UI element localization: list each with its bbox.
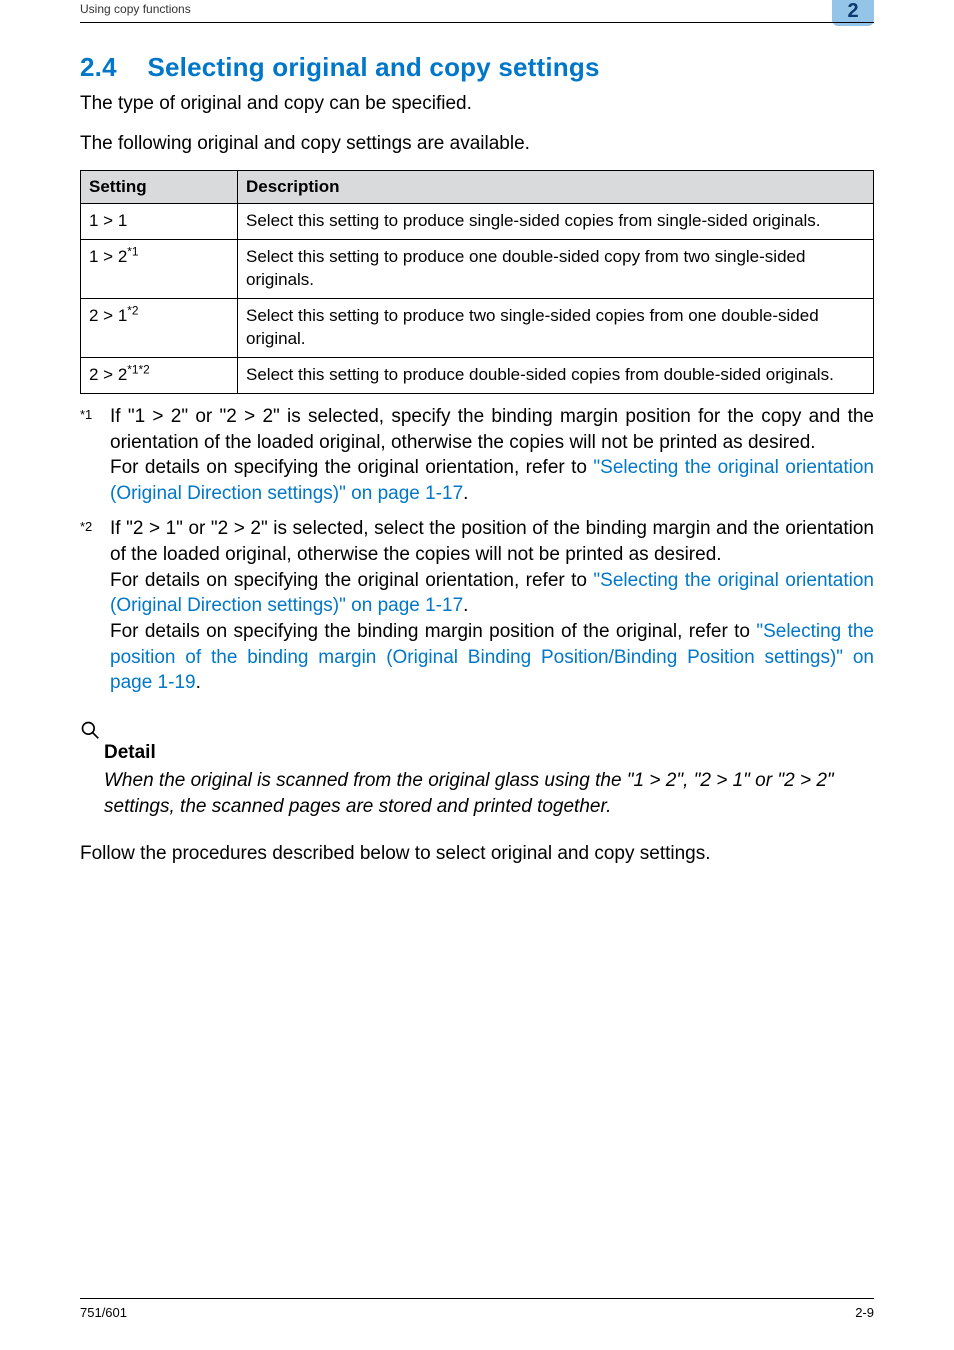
setting-value: 2 > 2 bbox=[89, 365, 127, 384]
footnote-marker: *1 bbox=[80, 404, 110, 507]
setting-value: 2 > 1 bbox=[89, 306, 127, 325]
setting-sup: *1 bbox=[127, 245, 138, 259]
footnote-text: . bbox=[463, 483, 468, 504]
detail-label: Detail bbox=[104, 742, 874, 764]
footer-right: 2-9 bbox=[855, 1305, 874, 1320]
table-header-description: Description bbox=[238, 171, 874, 204]
footnote-text: . bbox=[463, 595, 468, 616]
table-row: 1 > 2*1 Select this setting to produce o… bbox=[81, 240, 874, 299]
running-head: Using copy functions bbox=[80, 2, 191, 16]
footnote-marker: *2 bbox=[80, 516, 110, 695]
intro-paragraph-1: The type of original and copy can be spe… bbox=[80, 91, 874, 117]
setting-value: 1 > 2 bbox=[89, 247, 127, 266]
closing-paragraph: Follow the procedures described below to… bbox=[80, 841, 874, 867]
footnote-body: If "2 > 1" or "2 > 2" is selected, selec… bbox=[110, 516, 874, 695]
page-header: Using copy functions 2 bbox=[80, 0, 874, 24]
table-row: 2 > 1*2 Select this setting to produce t… bbox=[81, 299, 874, 358]
setting-cell: 1 > 1 bbox=[81, 204, 238, 240]
setting-cell: 2 > 1*2 bbox=[81, 299, 238, 358]
footnote-text: If "2 > 1" or "2 > 2" is selected, selec… bbox=[110, 518, 874, 565]
table-header-setting: Setting bbox=[81, 171, 238, 204]
description-cell: Select this setting to produce single-si… bbox=[238, 204, 874, 240]
page-footer: 751/601 2-9 bbox=[80, 1298, 874, 1320]
setting-cell: 1 > 2*1 bbox=[81, 240, 238, 299]
description-cell: Select this setting to produce double-si… bbox=[238, 357, 874, 393]
footnote-text: If "1 > 2" or "2 > 2" is selected, speci… bbox=[110, 406, 874, 453]
table-row: 1 > 1 Select this setting to produce sin… bbox=[81, 204, 874, 240]
intro-paragraph-2: The following original and copy settings… bbox=[80, 131, 874, 157]
footnote-1: *1 If "1 > 2" or "2 > 2" is selected, sp… bbox=[80, 404, 874, 507]
footnote-text: . bbox=[196, 672, 201, 693]
footnote-2: *2 If "2 > 1" or "2 > 2" is selected, se… bbox=[80, 516, 874, 695]
settings-table: Setting Description 1 > 1 Select this se… bbox=[80, 170, 874, 394]
setting-value: 1 > 1 bbox=[89, 211, 127, 230]
detail-body: When the original is scanned from the or… bbox=[104, 768, 874, 819]
section-heading: 2.4 Selecting original and copy settings bbox=[80, 52, 874, 83]
detail-callout: Detail When the original is scanned from… bbox=[80, 720, 874, 819]
magnifier-icon bbox=[80, 720, 100, 740]
table-row: 2 > 2*1*2 Select this setting to produce… bbox=[81, 357, 874, 393]
footnote-body: If "1 > 2" or "2 > 2" is selected, speci… bbox=[110, 404, 874, 507]
setting-sup: *1*2 bbox=[127, 362, 149, 376]
setting-cell: 2 > 2*1*2 bbox=[81, 357, 238, 393]
footer-left: 751/601 bbox=[80, 1305, 127, 1320]
header-rule bbox=[80, 22, 874, 23]
section-title-text: Selecting original and copy settings bbox=[147, 52, 599, 82]
footnote-text: For details on specifying the binding ma… bbox=[110, 621, 756, 642]
description-cell: Select this setting to produce one doubl… bbox=[238, 240, 874, 299]
footnote-text: For details on specifying the original o… bbox=[110, 457, 593, 478]
footnote-text: For details on specifying the original o… bbox=[110, 570, 593, 591]
setting-sup: *2 bbox=[127, 303, 138, 317]
description-cell: Select this setting to produce two singl… bbox=[238, 299, 874, 358]
section-number: 2.4 bbox=[80, 52, 140, 83]
